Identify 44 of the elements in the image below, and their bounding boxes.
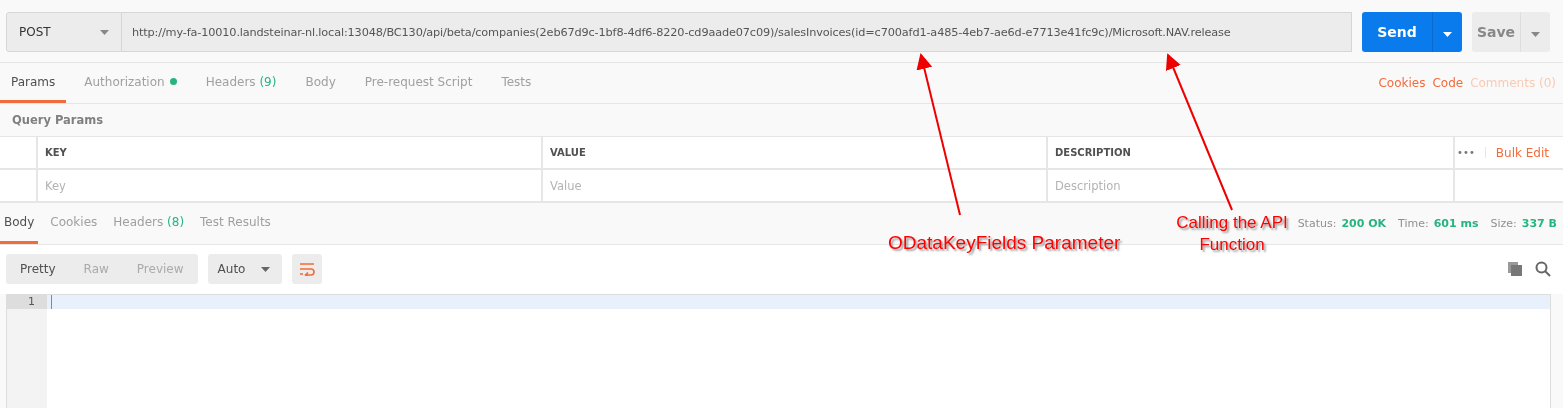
status-label: Time: xyxy=(1398,217,1429,230)
method-dropdown[interactable]: POST xyxy=(6,12,122,52)
view-mode-button[interactable]: Pretty xyxy=(6,254,70,284)
annotation-label: ODataKeyFields Parameter xyxy=(888,232,1121,254)
send-options-button[interactable] xyxy=(1432,12,1462,52)
view-mode-button[interactable]: Preview xyxy=(122,254,198,284)
request-tab[interactable]: Params xyxy=(0,63,67,103)
more-options-button[interactable]: ••• xyxy=(1457,147,1486,158)
response-tab[interactable]: Headers (8) xyxy=(109,203,189,244)
caret-icon xyxy=(100,29,109,35)
response-tab[interactable]: Cookies xyxy=(46,203,102,244)
caret-icon xyxy=(261,266,271,272)
line-number: 1 xyxy=(7,295,47,309)
column-header: DESCRIPTION xyxy=(1048,137,1455,168)
request-tab[interactable]: Headers (9) xyxy=(194,63,288,103)
caret-icon xyxy=(1443,31,1452,37)
response-editor[interactable]: 1 xyxy=(6,294,1551,408)
request-tab[interactable]: Tests xyxy=(490,63,543,103)
search-icon[interactable] xyxy=(1535,261,1551,277)
status-value: 200 OK xyxy=(1341,217,1387,230)
format-dropdown[interactable]: Auto xyxy=(207,254,283,284)
column-header: KEY xyxy=(38,137,543,168)
annotation-label: Calling the API Function xyxy=(1175,212,1289,256)
status-value: 601 ms xyxy=(1433,217,1479,230)
header-link[interactable]: Cookies xyxy=(1378,76,1426,90)
status-label: Size: xyxy=(1490,217,1517,230)
url-field[interactable]: http://my-fa-10010.landsteinar-nl.local:13048/BC130/api/beta/companies(2eb67d9c-1bf8-4df6-8220-cd9aade07c09)/salesInvoices(id=c700afd1-a485-4eb7-ae6d-e7713e41fc9c)/Microsoft.NAV.release xyxy=(122,12,1352,52)
copy-icon[interactable] xyxy=(1507,261,1523,277)
header-link[interactable]: Code xyxy=(1432,76,1464,90)
bulk-edit-link[interactable]: Bulk Edit xyxy=(1495,145,1549,160)
caret-icon xyxy=(1531,31,1540,37)
column-header: VALUE xyxy=(543,137,1048,168)
send-button[interactable]: Send xyxy=(1362,12,1432,52)
status-label: Status: xyxy=(1297,217,1337,230)
response-tab[interactable]: Test Results xyxy=(196,203,275,244)
request-tab[interactable]: Pre-request Script xyxy=(353,63,484,103)
wrap-lines-button[interactable] xyxy=(292,254,323,284)
save-button[interactable]: Save xyxy=(1472,12,1520,52)
request-tab[interactable]: Body xyxy=(294,63,347,103)
view-mode-button[interactable]: Raw xyxy=(69,254,123,284)
wrap-lines-icon xyxy=(299,262,316,276)
request-tab[interactable]: Authorization xyxy=(73,63,188,103)
save-options-button[interactable] xyxy=(1520,12,1550,52)
status-value: 337 B xyxy=(1521,217,1557,230)
